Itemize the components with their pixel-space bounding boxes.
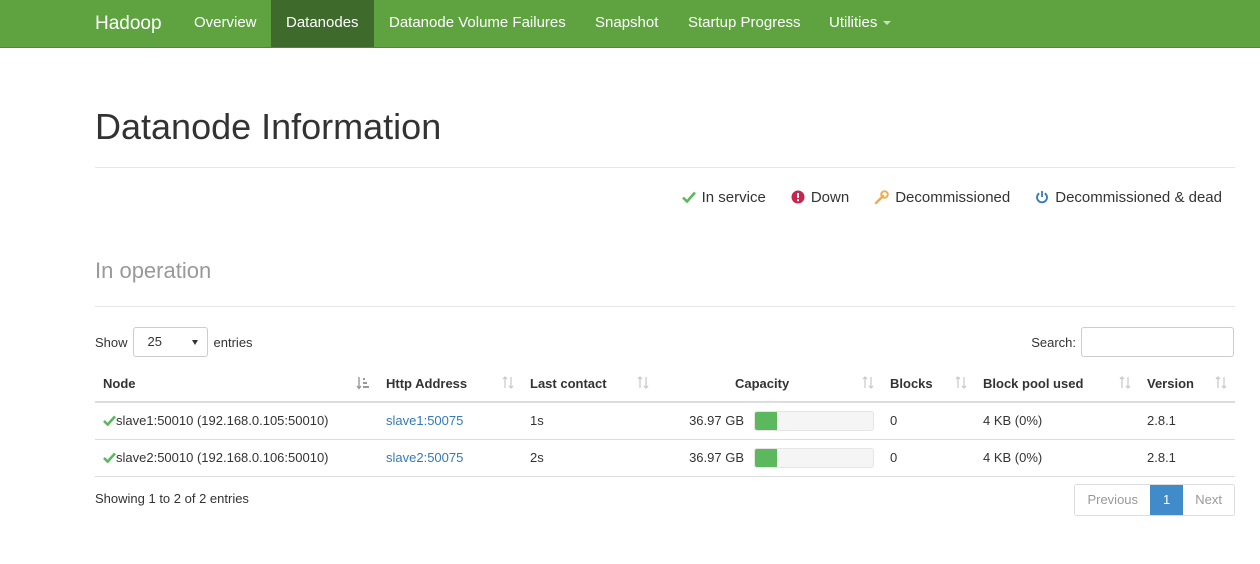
entries-label: entries xyxy=(213,334,253,350)
show-label: Show xyxy=(95,334,128,350)
sort-both-icon xyxy=(955,376,967,389)
capacity-cell: 36.97 GB xyxy=(657,402,882,440)
nav-utilities-dropdown[interactable]: Utilities xyxy=(814,0,906,47)
wrench-icon xyxy=(874,189,889,204)
nav-datanodes[interactable]: Datanodes xyxy=(271,0,374,47)
caret-down-icon xyxy=(883,21,892,26)
table-info: Showing 1 to 2 of 2 entries xyxy=(95,491,249,506)
http-address-cell: slave2:50075 xyxy=(378,439,522,477)
page-title: Datanode Information xyxy=(95,106,442,147)
legend-decommissioned-dead: Decommissioned & dead xyxy=(1035,189,1222,206)
nav-datanode-volume-failures[interactable]: Datanode Volume Failures xyxy=(374,0,581,47)
sort-both-icon xyxy=(637,376,649,389)
nav-startup-progress[interactable]: Startup Progress xyxy=(673,0,816,47)
column-header-version[interactable]: Version xyxy=(1139,366,1235,403)
pagination: Previous 1 Next xyxy=(1074,484,1235,516)
check-icon xyxy=(681,191,696,203)
block-pool-used-cell: 4 KB (0%) xyxy=(975,439,1139,477)
legend-down: Down xyxy=(791,189,849,206)
column-header-node[interactable]: Node xyxy=(95,366,378,403)
table-header-row: Node Http Address Last contact Capacity … xyxy=(95,366,1235,403)
column-header-block-pool-used[interactable]: Block pool used xyxy=(975,366,1139,403)
http-address-link[interactable]: slave1:50075 xyxy=(386,413,463,428)
last-contact-cell: 2s xyxy=(522,439,657,477)
search-label: Search: xyxy=(1031,334,1076,350)
capacity-progress-bar xyxy=(754,410,874,431)
exclamation-circle-icon xyxy=(791,190,805,204)
sort-both-icon xyxy=(862,376,874,389)
section-divider xyxy=(95,306,1235,307)
check-icon xyxy=(103,415,116,427)
http-address-link[interactable]: slave2:50075 xyxy=(386,450,463,465)
datanode-table: Node Http Address Last contact Capacity … xyxy=(95,366,1235,477)
title-divider xyxy=(95,167,1235,168)
next-page-button[interactable]: Next xyxy=(1183,485,1234,515)
entries-length-control: Show 25 entries xyxy=(95,327,253,357)
page-1-button[interactable]: 1 xyxy=(1150,485,1184,515)
capacity-progress-fill xyxy=(755,448,778,467)
capacity-cell: 36.97 GB xyxy=(657,439,882,477)
status-legend: In service Down Decommissioned Decommiss… xyxy=(657,186,1222,208)
legend-decommissioned-label: Decommissioned xyxy=(895,188,1011,206)
sort-both-icon xyxy=(502,376,514,389)
legend-in-service-label: In service xyxy=(701,188,766,206)
node-cell: slave2:50010 (192.168.0.106:50010) xyxy=(95,439,378,477)
column-header-last-contact[interactable]: Last contact xyxy=(522,366,657,403)
previous-page-button[interactable]: Previous xyxy=(1075,485,1151,515)
node-cell: slave1:50010 (192.168.0.105:50010) xyxy=(95,402,378,440)
sort-ascending-icon xyxy=(356,377,369,390)
column-header-capacity[interactable]: Capacity xyxy=(657,366,882,403)
last-contact-cell: 1s xyxy=(522,402,657,440)
column-header-http-address[interactable]: Http Address xyxy=(378,366,522,403)
capacity-value: 36.97 GB xyxy=(689,450,744,465)
table-row: slave2:50010 (192.168.0.106:50010) slave… xyxy=(95,439,1235,477)
capacity-progress-fill xyxy=(755,411,778,430)
blocks-cell: 0 xyxy=(882,402,975,440)
select-arrow-icon xyxy=(191,340,198,345)
capacity-progress-bar xyxy=(754,447,874,468)
legend-down-label: Down xyxy=(810,188,850,206)
nav-utilities-label: Utilities xyxy=(829,14,878,31)
sort-both-icon xyxy=(1215,376,1227,389)
brand-logo[interactable]: Hadoop xyxy=(95,0,162,47)
power-icon xyxy=(1036,191,1049,204)
column-header-blocks[interactable]: Blocks xyxy=(882,366,975,403)
capacity-value: 36.97 GB xyxy=(689,413,744,429)
check-icon xyxy=(103,452,116,464)
entries-select-value: 25 xyxy=(147,334,162,349)
search-control: Search: xyxy=(1031,327,1234,357)
nav-snapshot[interactable]: Snapshot xyxy=(580,0,673,47)
legend-decommissioned: Decommissioned xyxy=(874,189,1010,206)
version-cell: 2.8.1 xyxy=(1139,439,1235,477)
table-row: slave1:50010 (192.168.0.105:50010) slave… xyxy=(95,402,1235,440)
search-input[interactable] xyxy=(1081,327,1234,357)
nav-overview[interactable]: Overview xyxy=(179,0,272,47)
legend-decommissioned-dead-label: Decommissioned & dead xyxy=(1055,188,1222,206)
block-pool-used-cell: 4 KB (0%) xyxy=(975,402,1139,440)
blocks-cell: 0 xyxy=(882,439,975,477)
section-title: In operation xyxy=(95,258,212,283)
top-navbar: Hadoop Overview Datanodes Datanode Volum… xyxy=(0,0,1260,48)
version-cell: 2.8.1 xyxy=(1139,402,1235,440)
http-address-cell: slave1:50075 xyxy=(378,402,522,440)
sort-both-icon xyxy=(1119,376,1131,389)
entries-select[interactable]: 25 xyxy=(132,327,208,357)
legend-in-service: In service xyxy=(681,188,766,206)
